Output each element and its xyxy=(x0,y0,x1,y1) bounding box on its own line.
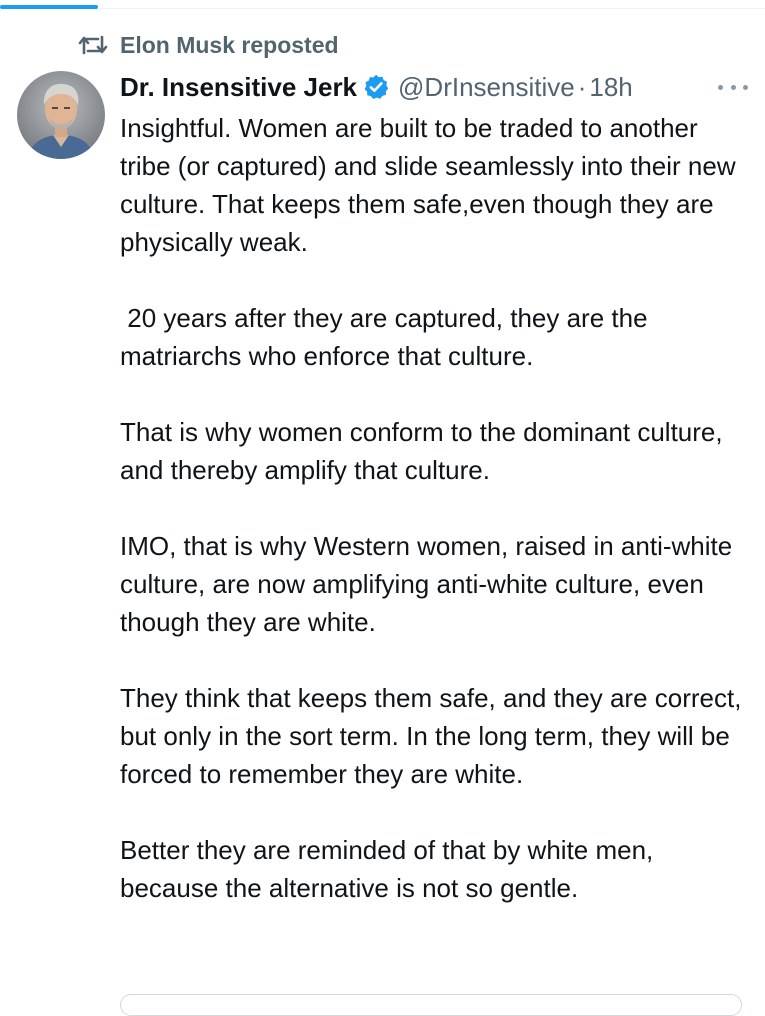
quoted-card-edge[interactable] xyxy=(120,994,742,1016)
tweet-paragraph: They think that keeps them safe, and the… xyxy=(120,683,749,789)
verified-badge-icon[interactable] xyxy=(362,73,390,101)
timestamp[interactable]: 18h xyxy=(589,72,632,103)
loading-progress-bar xyxy=(0,5,98,9)
separator-dot: · xyxy=(577,71,587,102)
more-options-icon[interactable] xyxy=(718,80,748,94)
repost-icon xyxy=(78,33,108,57)
avatar[interactable] xyxy=(17,71,105,159)
repost-label: Elon Musk reposted xyxy=(120,31,339,58)
tweet-paragraph: Insightful. Women are built to be traded… xyxy=(120,113,743,257)
tweet-paragraph: IMO, that is why Western women, raised i… xyxy=(120,531,740,637)
top-divider xyxy=(0,8,765,9)
tweet-paragraph: Better they are reminded of that by whit… xyxy=(120,835,661,903)
tweet-paragraph: 20 years after they are captured, they a… xyxy=(120,303,655,371)
tweet-text: Insightful. Women are built to be traded… xyxy=(120,109,750,907)
author-handle[interactable]: @DrInsensitive xyxy=(398,72,575,103)
tweet-header: Dr. Insensitive Jerk @DrInsensitive · 18… xyxy=(120,68,633,106)
tweet-paragraph: That is why women conform to the dominan… xyxy=(120,417,730,485)
author-name[interactable]: Dr. Insensitive Jerk xyxy=(120,72,357,103)
repost-indicator[interactable]: Elon Musk reposted xyxy=(78,30,339,60)
